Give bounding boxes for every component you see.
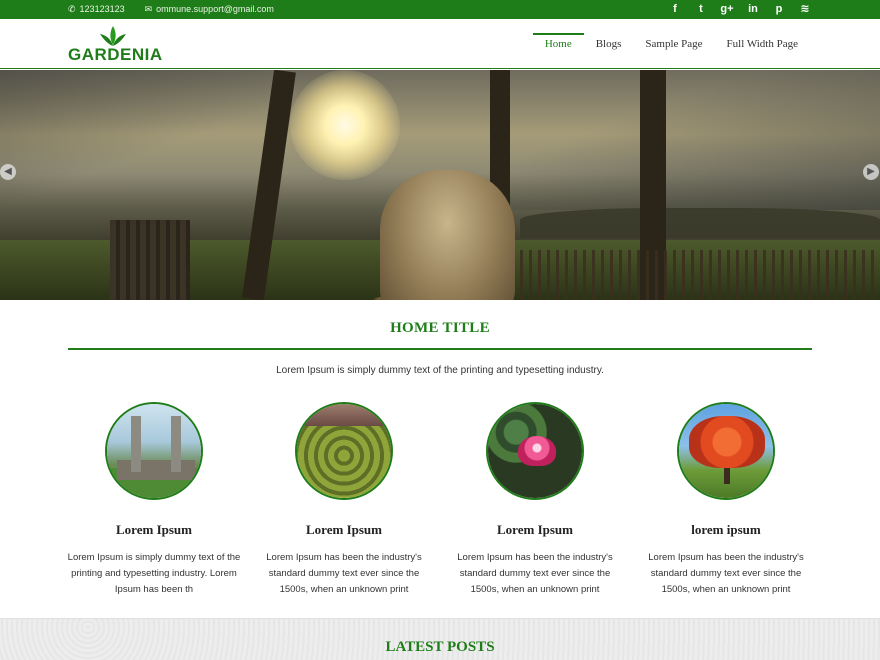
feature-image[interactable] [295,402,393,500]
logo-text: GARDENIA [68,45,163,64]
feature-text: Lorem Ipsum has been the industry's stan… [457,552,613,595]
feature-title[interactable]: Lorem Ipsum [254,522,434,538]
google-plus-icon[interactable]: g+ [720,2,734,16]
site-logo[interactable]: GARDENIA [68,23,162,65]
feature-text: Lorem Ipsum has been the industry's stan… [266,552,422,595]
garden-monument-image [107,404,201,498]
feature-image[interactable] [486,402,584,500]
hero-treeline [520,208,880,238]
feature-image[interactable] [105,402,203,500]
red-tree-image [679,404,773,498]
phone-icon: ✆ [68,4,76,14]
rss-icon[interactable]: ≋ [798,2,812,16]
feature-title[interactable]: lorem ipsum [636,522,816,538]
arrow-left-icon[interactable]: ◀ [0,164,16,180]
site-header: GARDENIA Home Blogs Sample Page Full Wid… [0,19,880,69]
pinterest-icon[interactable]: p [772,2,786,16]
feature-item: lorem ipsum Lorem Ipsum has been the ind… [636,402,816,598]
feature-item: Lorem Ipsum Lorem Ipsum has been the ind… [445,402,625,598]
facebook-icon[interactable]: f [668,2,682,16]
lotus-flower-image [488,404,582,498]
hero-sun [290,70,400,180]
leaf-logo-icon [100,26,126,46]
hero-fence [520,250,880,300]
top-bar: ✆ 123123123 ✉ ommune.support@gmail.com f… [0,0,880,19]
feature-text: Lorem Ipsum has been the industry's stan… [648,552,804,595]
nav-home[interactable]: Home [532,33,584,56]
linkedin-icon[interactable]: in [746,2,760,16]
feature-item: Lorem Ipsum Lorem Ipsum has been the ind… [254,402,434,598]
hedge-maze-image [297,404,391,498]
home-intro: Lorem Ipsum is simply dummy text of the … [276,365,604,376]
feature-title[interactable]: Lorem Ipsum [445,522,625,538]
nav-full-width-page[interactable]: Full Width Page [715,33,810,56]
social-links: f t g+ in p ≋ [668,2,812,16]
phone-number[interactable]: 123123123 [80,4,125,14]
nav-sample-page[interactable]: Sample Page [633,33,714,56]
mail-icon: ✉ [144,4,153,14]
feature-text: Lorem Ipsum is simply dummy text of the … [67,552,241,595]
home-title: HOME TITLE [390,320,490,336]
latest-posts-section: LATEST POSTS [0,618,880,660]
arrow-right-icon[interactable]: ▶ [863,164,879,180]
feature-image[interactable] [677,402,775,500]
nav-blogs[interactable]: Blogs [584,33,634,56]
contact-info: ✆ 123123123 ✉ ommune.support@gmail.com [68,4,274,14]
title-divider [68,348,812,350]
latest-posts-title: LATEST POSTS [385,639,495,655]
email-address[interactable]: ommune.support@gmail.com [156,4,274,14]
hero-girl-hair [380,170,515,300]
main-navigation: Home Blogs Sample Page Full Width Page [532,33,810,56]
feature-title[interactable]: Lorem Ipsum [64,522,244,538]
feature-item: Lorem Ipsum Lorem Ipsum is simply dummy … [64,402,244,598]
twitter-icon[interactable]: t [694,2,708,16]
hero-chair [110,220,190,300]
hero-slider[interactable] [0,70,880,300]
